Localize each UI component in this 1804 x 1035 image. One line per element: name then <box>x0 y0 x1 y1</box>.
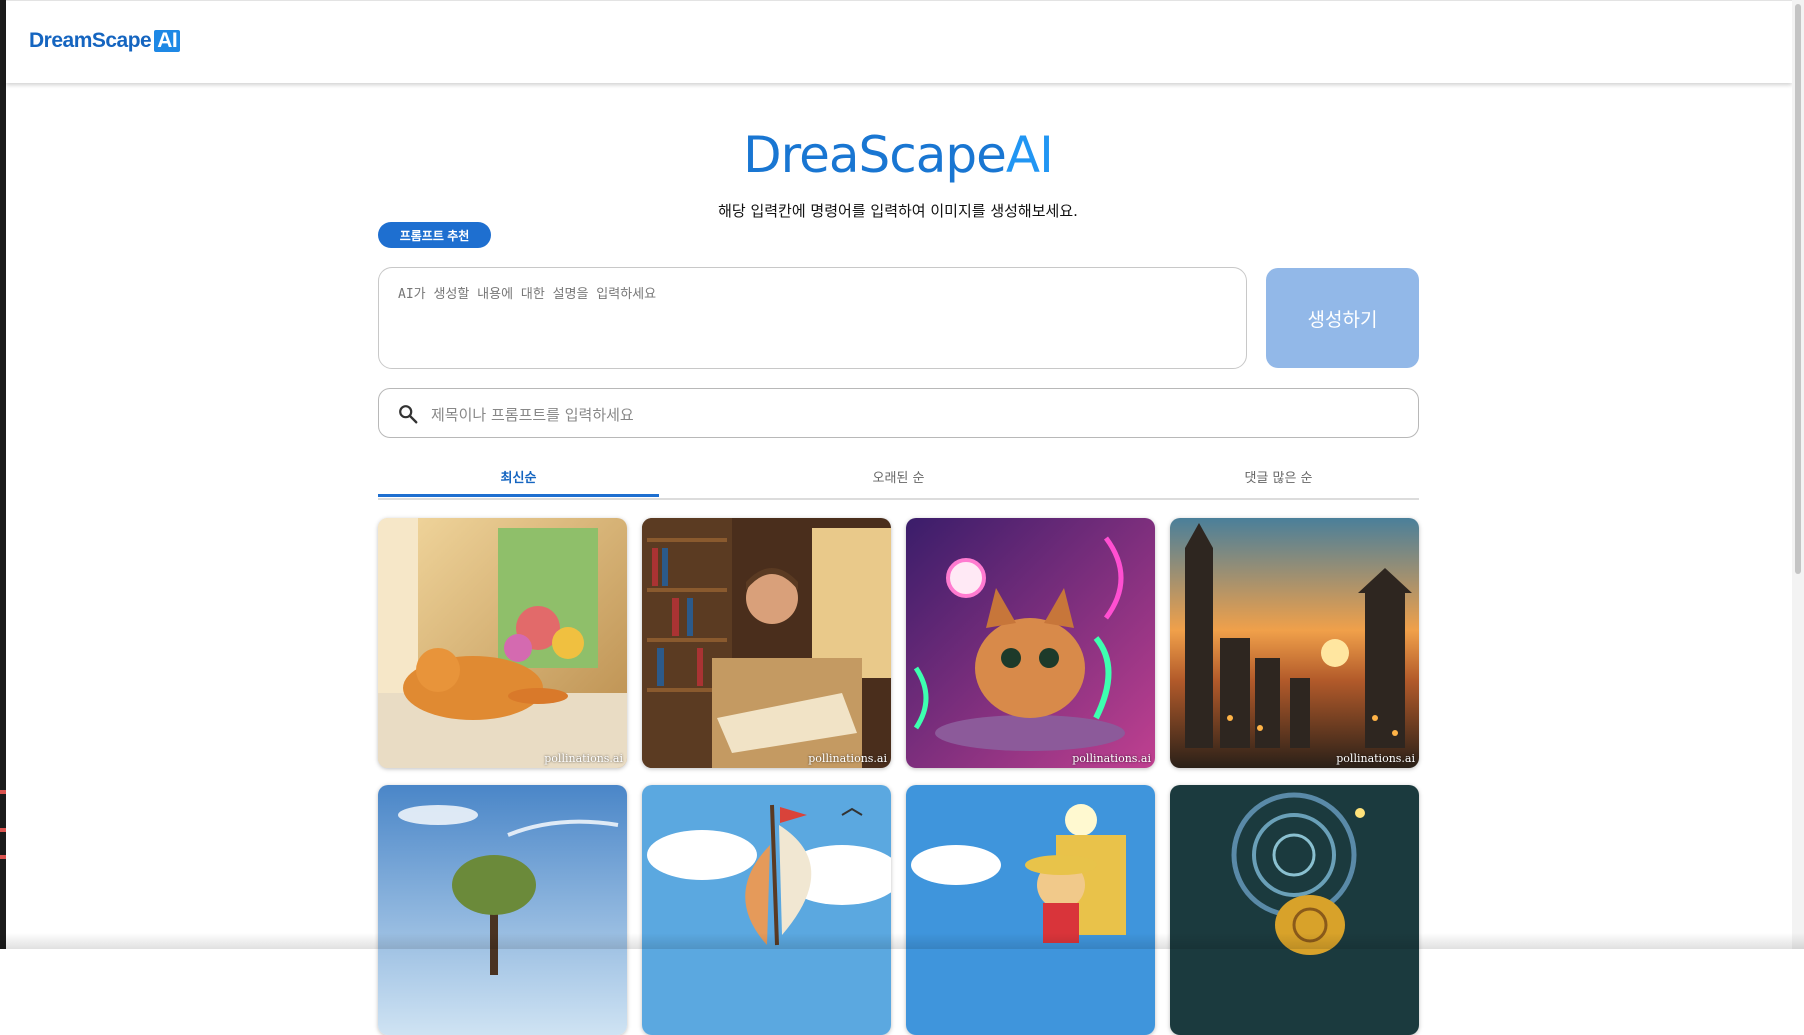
page-title-main: DreaScape <box>743 126 1007 184</box>
logo-text: DreamScape <box>29 29 152 52</box>
bottom-shade <box>0 933 1804 949</box>
prompt-box <box>378 267 1247 369</box>
gallery-card[interactable] <box>378 785 627 1035</box>
generate-button[interactable]: 생성하기 <box>1266 268 1419 368</box>
edge-marker <box>0 828 6 832</box>
tab-most-comments[interactable]: 댓글 많은 순 <box>1138 456 1419 496</box>
window-left-edge <box>0 0 6 949</box>
gallery-image <box>1170 518 1419 768</box>
active-tab-indicator <box>378 494 659 497</box>
watermark: pollinations.ai <box>544 752 623 765</box>
scrollbar-thumb[interactable] <box>1795 4 1801 574</box>
gallery-card[interactable]: pollinations.ai <box>378 518 627 768</box>
gallery-card[interactable] <box>906 785 1155 1035</box>
gallery-card[interactable]: pollinations.ai <box>642 518 891 768</box>
watermark: pollinations.ai <box>808 752 887 765</box>
prompt-textarea[interactable] <box>396 281 1230 361</box>
gallery-image <box>1170 785 1419 1035</box>
scrollbar[interactable] <box>1792 0 1804 949</box>
top-header: DreamScape AI <box>6 0 1792 83</box>
gallery-image <box>642 785 891 1035</box>
logo-badge: AI <box>154 30 181 52</box>
edge-marker <box>0 855 6 859</box>
watermark: pollinations.ai <box>1336 752 1415 765</box>
page-title-ai: AI <box>1005 126 1054 184</box>
logo[interactable]: DreamScape AI <box>29 29 181 53</box>
gallery-image <box>378 785 627 1035</box>
page-title: DreaScapeAI <box>378 126 1418 184</box>
gallery-image <box>906 785 1155 1035</box>
gallery-card[interactable]: pollinations.ai <box>1170 518 1419 768</box>
search-icon <box>399 405 418 424</box>
gallery-image <box>378 518 627 768</box>
gallery-card[interactable] <box>1170 785 1419 1035</box>
tab-latest[interactable]: 최신순 <box>378 456 659 496</box>
prompt-recommend-button[interactable]: 프롬프트 추천 <box>378 222 491 248</box>
gallery-card[interactable] <box>642 785 891 1035</box>
edge-marker <box>0 790 6 794</box>
gallery-card[interactable]: pollinations.ai <box>906 518 1155 768</box>
search-input[interactable] <box>429 402 1393 428</box>
watermark: pollinations.ai <box>1072 752 1151 765</box>
search-box <box>378 388 1419 438</box>
gallery-image <box>906 518 1155 768</box>
page-subtitle: 해당 입력칸에 명령어를 입력하여 이미지를 생성해보세요. <box>718 202 1078 220</box>
tab-oldest[interactable]: 오래된 순 <box>758 456 1039 496</box>
sort-tabs: 최신순 오래된 순 댓글 많은 순 <box>378 456 1419 500</box>
gallery-image <box>642 518 891 768</box>
